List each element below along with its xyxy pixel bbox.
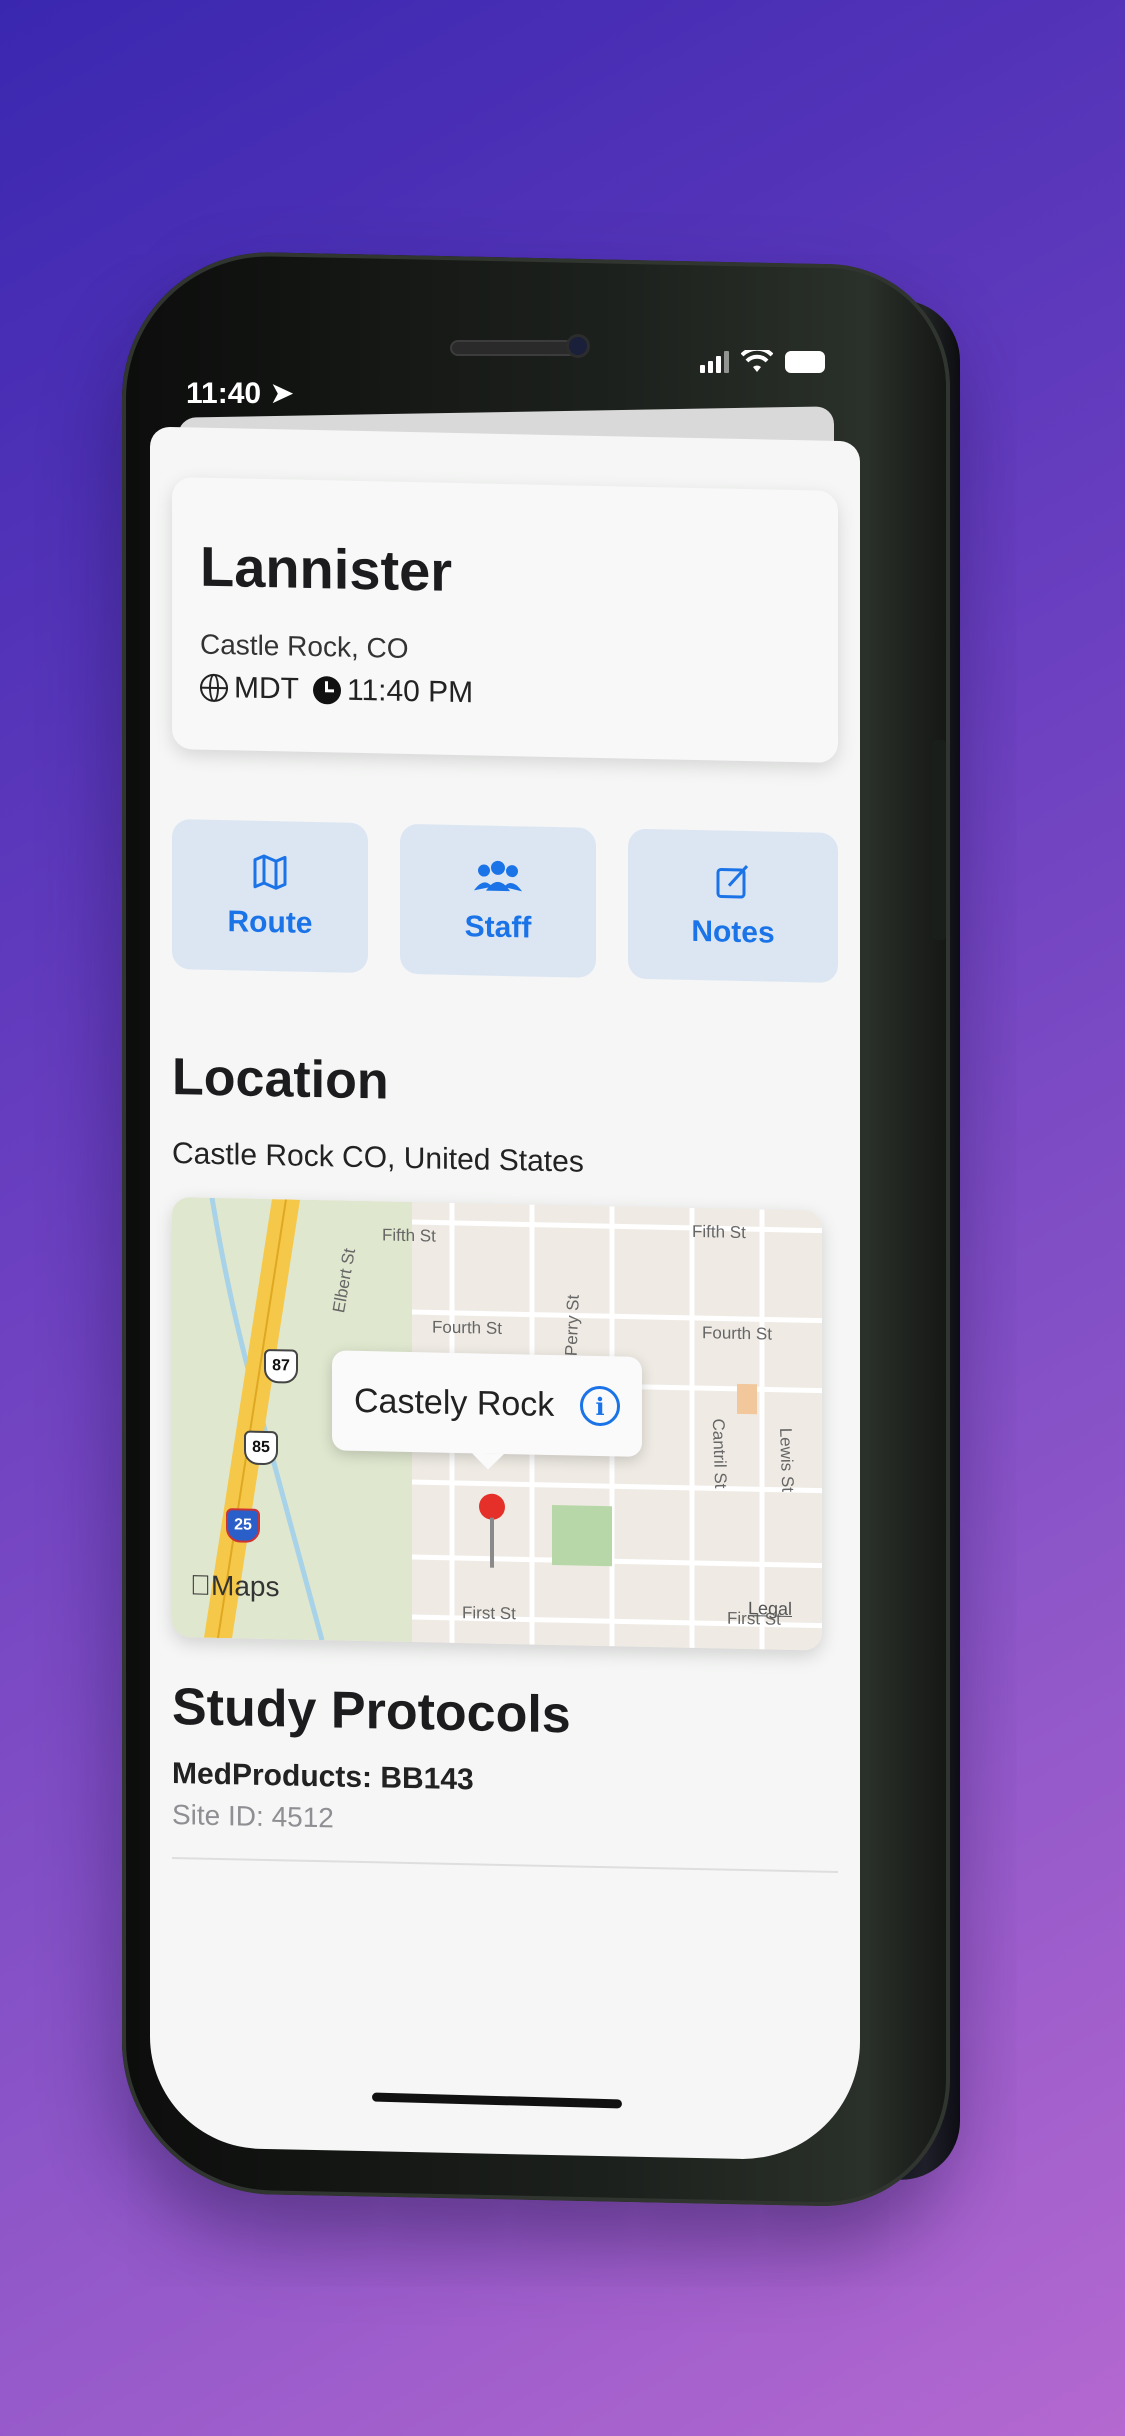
compose-icon <box>716 865 749 899</box>
protocol-name[interactable]: MedProducts: BB143 <box>172 1757 474 1797</box>
street-label: First St <box>462 1603 516 1624</box>
speaker-grille <box>450 340 580 356</box>
people-icon <box>474 860 522 892</box>
timezone-label: MDT <box>234 671 299 706</box>
city-label: Castle Rock, CO <box>200 628 409 664</box>
side-button <box>932 740 946 940</box>
notes-button[interactable]: Notes <box>628 828 838 983</box>
action-buttons: Route Staff Notes <box>172 819 838 983</box>
street-label: Fifth St <box>692 1221 746 1243</box>
street-label: Fifth St <box>382 1225 436 1246</box>
signal-icon <box>700 351 729 373</box>
location-map[interactable]: Fifth St Fifth St Fourth St Fourth St Fi… <box>172 1197 822 1651</box>
app-screen: Lannister Castle Rock, CO MDT 11:40 PM R… <box>150 426 860 2162</box>
divider <box>172 1857 838 1873</box>
maps-logo: Maps <box>190 1569 279 1602</box>
page-title: Lannister <box>200 534 453 603</box>
location-address: Castle Rock CO, United States <box>172 1137 584 1179</box>
map-callout[interactable]: Castely Rock i <box>332 1350 642 1457</box>
timezone-row: MDT 11:40 PM <box>200 671 810 718</box>
map-pin-icon[interactable] <box>479 1493 505 1520</box>
staff-button[interactable]: Staff <box>400 823 596 978</box>
street-label: Fourth St <box>702 1323 772 1344</box>
notes-label: Notes <box>691 914 775 950</box>
street-label: Cantril St <box>708 1418 731 1489</box>
route-label: Route <box>227 905 313 940</box>
clock-icon <box>312 675 341 705</box>
route-shield: 85 <box>244 1430 278 1466</box>
wifi-icon <box>741 350 773 372</box>
battery-icon <box>785 351 825 373</box>
protocols-heading: Study Protocols <box>172 1678 571 1745</box>
legal-link[interactable]: Legal <box>748 1598 792 1620</box>
local-time-label: 11:40 PM <box>346 673 474 710</box>
status-time: 11:40 ➤ <box>186 377 295 410</box>
protocol-site-id: Site ID: 4512 <box>172 1799 334 1834</box>
status-icons <box>700 350 825 374</box>
street-label: Fourth St <box>432 1317 502 1338</box>
info-icon[interactable]: i <box>580 1385 620 1427</box>
route-shield: 87 <box>264 1348 298 1384</box>
location-heading: Location <box>172 1048 389 1111</box>
globe-icon <box>200 673 228 703</box>
front-camera <box>566 334 590 358</box>
route-shield: 25 <box>226 1508 260 1543</box>
staff-label: Staff <box>464 910 532 945</box>
street-label: Lewis St <box>776 1427 798 1493</box>
street-label: Perry St <box>561 1294 583 1357</box>
map-icon <box>253 854 287 890</box>
header-card: Lannister Castle Rock, CO MDT 11:40 PM <box>172 477 838 763</box>
callout-title: Castely Rock <box>354 1381 555 1424</box>
route-button[interactable]: Route <box>172 819 368 974</box>
map-pin-stem <box>490 1517 494 1568</box>
